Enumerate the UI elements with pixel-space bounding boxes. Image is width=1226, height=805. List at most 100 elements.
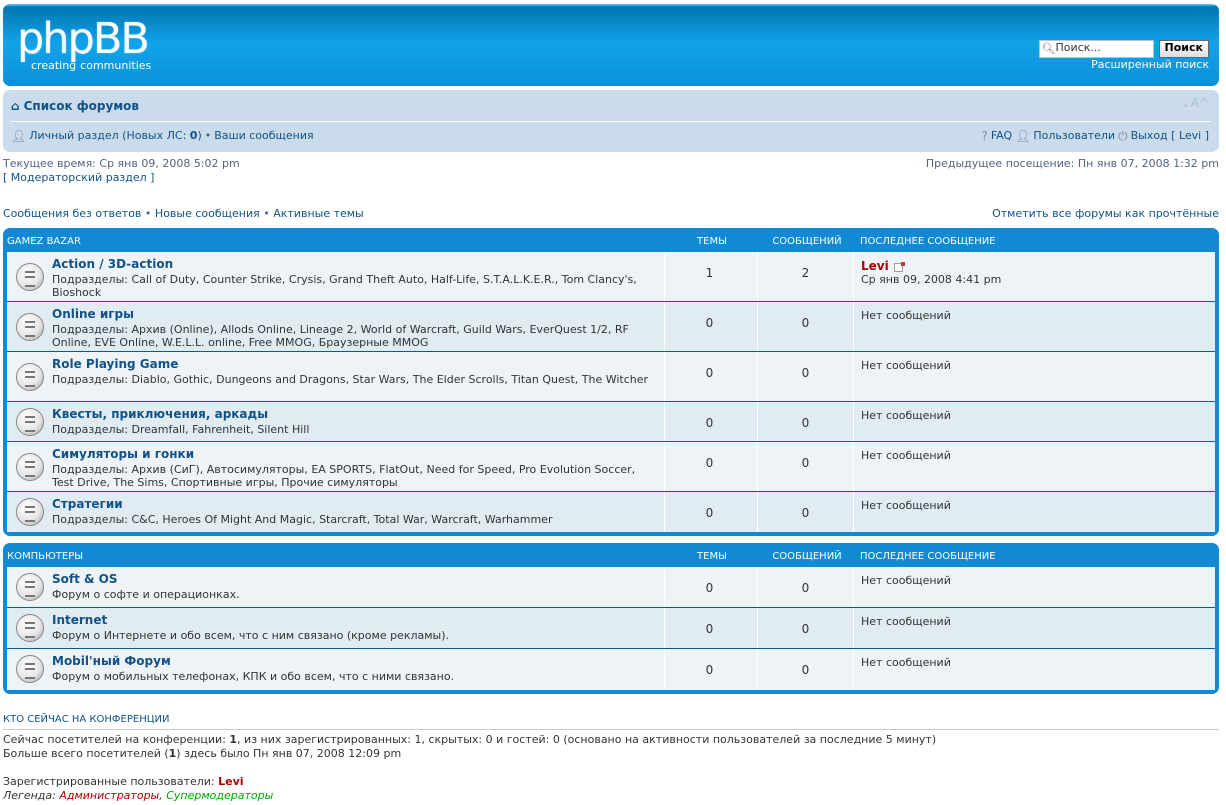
faq-link[interactable]: FAQ <box>991 129 1012 142</box>
active-topics-link[interactable]: Активные темы <box>273 207 364 220</box>
search-box: 🔍︎ Поиск... Поиск <box>1038 40 1209 58</box>
forum-read-icon <box>16 363 44 391</box>
forum-last-post: Нет сообщений <box>853 567 1215 607</box>
forum-topics: 0 <box>664 302 754 351</box>
forum-topics: 0 <box>664 492 754 532</box>
forum-read-icon <box>16 573 44 601</box>
forum-row: Симуляторы и гонки Подразделы: Архив (Си… <box>7 442 1215 492</box>
forum-row: Mobil'ный Форум Форум о мобильных телефо… <box>7 649 1215 690</box>
legend-admins-link[interactable]: Администраторы <box>59 789 159 802</box>
user-links: 👤︎ Личный раздел (Новых ЛС: 0) • Ваши со… <box>11 129 314 142</box>
forum-read-icon <box>16 453 44 481</box>
who-is-online-title[interactable]: Кто сейчас на конференции <box>3 714 169 725</box>
forum-title[interactable]: Online игры <box>52 307 134 321</box>
registered-user-link[interactable]: Levi <box>218 775 243 788</box>
forum-posts: 0 <box>757 649 853 690</box>
faq-icon: ? <box>981 128 988 143</box>
forum-posts: 0 <box>757 492 853 532</box>
logo-tagline-1: creating <box>31 59 77 72</box>
category-title[interactable]: Gamez Bazar <box>7 236 81 247</box>
category-gamez-bazar: Gamez Bazar Темы Сообщений Последнее соо… <box>3 228 1219 536</box>
bullet: • <box>144 207 152 220</box>
view-latest-post-icon[interactable] <box>894 261 906 272</box>
forum-topics: 0 <box>664 442 754 491</box>
record-stats: Больше всего посетителей (1) здесь было … <box>3 747 401 760</box>
forum-title[interactable]: Стратегии <box>52 497 123 511</box>
forum-title[interactable]: Симуляторы и гонки <box>52 447 194 461</box>
mark-read-link[interactable]: Отметить все форумы как прочтённые <box>992 207 1219 220</box>
forum-row: Квесты, приключения, аркады Подразделы: … <box>7 402 1215 442</box>
forum-topics: 0 <box>664 649 754 690</box>
forum-topics: 0 <box>664 352 754 401</box>
forum-last-post: Нет сообщений <box>853 302 1215 351</box>
advanced-search-link[interactable]: Расширенный поиск <box>1091 58 1209 71</box>
topics-header: Темы <box>697 236 727 247</box>
forum-title[interactable]: Role Playing Game <box>52 357 178 371</box>
search-placeholder: Поиск... <box>1055 41 1101 54</box>
topics-header: Темы <box>697 551 727 562</box>
user-icon: 👤︎ <box>11 128 27 143</box>
online-rest: , из них зарегистрированных: 1, скрытых:… <box>237 733 937 746</box>
forum-index-link[interactable]: Список форумов <box>24 99 139 113</box>
forum-row: Action / 3D-action Подразделы: Call of D… <box>7 252 1215 302</box>
members-link[interactable]: Пользователи <box>1033 129 1115 142</box>
search-input[interactable]: 🔍︎ Поиск... <box>1038 40 1154 58</box>
posts-header: Сообщений <box>772 551 842 562</box>
your-posts-link[interactable]: Ваши сообщения <box>214 129 313 142</box>
new-posts-link[interactable]: Новые сообщения <box>155 207 260 220</box>
bullet: • <box>263 207 270 220</box>
forum-description: Подразделы: Архив (СиГ), Автосимуляторы,… <box>52 463 636 489</box>
forum-title[interactable]: Action / 3D-action <box>52 257 173 271</box>
font-resize-icon[interactable]: ⌄A^ <box>1181 96 1209 110</box>
forum-read-icon <box>16 498 44 526</box>
forum-row: Role Playing Game Подразделы: Diablo, Go… <box>7 352 1215 402</box>
search-shortcuts: Сообщения без ответов • Новые сообщения … <box>3 207 364 220</box>
search-button[interactable]: Поиск <box>1158 40 1209 58</box>
forum-posts: 0 <box>757 442 853 491</box>
forum-read-icon <box>16 614 44 642</box>
unanswered-link[interactable]: Сообщения без ответов <box>3 207 141 220</box>
members-icon: 👤︎ <box>1015 128 1031 143</box>
forum-description: Подразделы: Dreamfall, Fahrenheit, Silen… <box>52 423 310 436</box>
logo-tagline-2: communities <box>80 59 152 72</box>
ucp-close: ) <box>197 129 202 142</box>
ucp-label: Личный раздел (Новых ЛС: <box>29 129 190 142</box>
forum-description: Подразделы: Call of Duty, Counter Strike… <box>52 273 637 299</box>
forum-title[interactable]: Internet <box>52 613 107 627</box>
forum-description: Подразделы: Diablo, Gothic, Dungeons and… <box>52 373 649 386</box>
forum-read-icon <box>16 313 44 341</box>
forum-description: Подразделы: C&C, Heroes Of Might And Mag… <box>52 513 553 526</box>
current-time: Текущее время: Ср янв 09, 2008 5:02 pm <box>3 157 240 170</box>
legend-smods-link[interactable]: Супермодераторы <box>166 789 273 802</box>
site-links: ? FAQ 👤︎ Пользователи ⏻ Выход [ Levi ] <box>981 129 1209 142</box>
last-post-author[interactable]: Levi <box>861 259 889 273</box>
last-visit: Предыдущее посещение: Пн янв 07, 2008 1:… <box>925 157 1219 170</box>
category-title[interactable]: Компьютеры <box>7 551 83 562</box>
registered-label: Зарегистрированные пользователи: <box>3 775 219 788</box>
category-computers: Компьютеры Темы Сообщений Последнее сооб… <box>3 543 1219 694</box>
forum-title[interactable]: Soft & OS <box>52 572 118 586</box>
online-total: 1 <box>229 733 238 746</box>
divider <box>3 729 1219 730</box>
record-rest: ) здесь было Пн янв 07, 2008 12:09 pm <box>176 747 402 760</box>
forum-read-icon <box>16 655 44 683</box>
last-post-header: Последнее сообщение <box>860 236 996 247</box>
forum-list: Soft & OS Форум о софте и операционках. … <box>7 567 1215 690</box>
logo-tagline: creating communities <box>31 59 155 72</box>
ucp-link[interactable]: Личный раздел (Новых ЛС: 0) <box>29 129 202 142</box>
forum-last-post: Levi Ср янв 09, 2008 4:41 pm <box>853 252 1215 301</box>
forum-last-post: Нет сообщений <box>853 649 1215 690</box>
forum-description: Форум о мобильных телефонах, КПК и обо в… <box>52 670 455 683</box>
logout-icon: ⏻ <box>1118 128 1128 143</box>
mcp-link[interactable]: [ Модераторский раздел ] <box>3 171 154 184</box>
phpbb-logo[interactable]: phpBB creating communities <box>17 16 167 76</box>
forum-topics: 0 <box>664 567 754 607</box>
forum-title[interactable]: Mobil'ный Форум <box>52 654 171 668</box>
legend: Легенда: Администраторы, Супермодераторы <box>3 789 273 802</box>
logout-link[interactable]: Выход [ Levi ] <box>1131 129 1209 142</box>
forum-posts: 2 <box>757 252 853 301</box>
forum-row: Internet Форум о Интернете и обо всем, ч… <box>7 608 1215 649</box>
forum-read-icon <box>16 263 44 291</box>
site-header: phpBB creating communities 🔍︎ Поиск... По… <box>3 4 1219 86</box>
forum-title[interactable]: Квесты, приключения, аркады <box>52 407 268 421</box>
